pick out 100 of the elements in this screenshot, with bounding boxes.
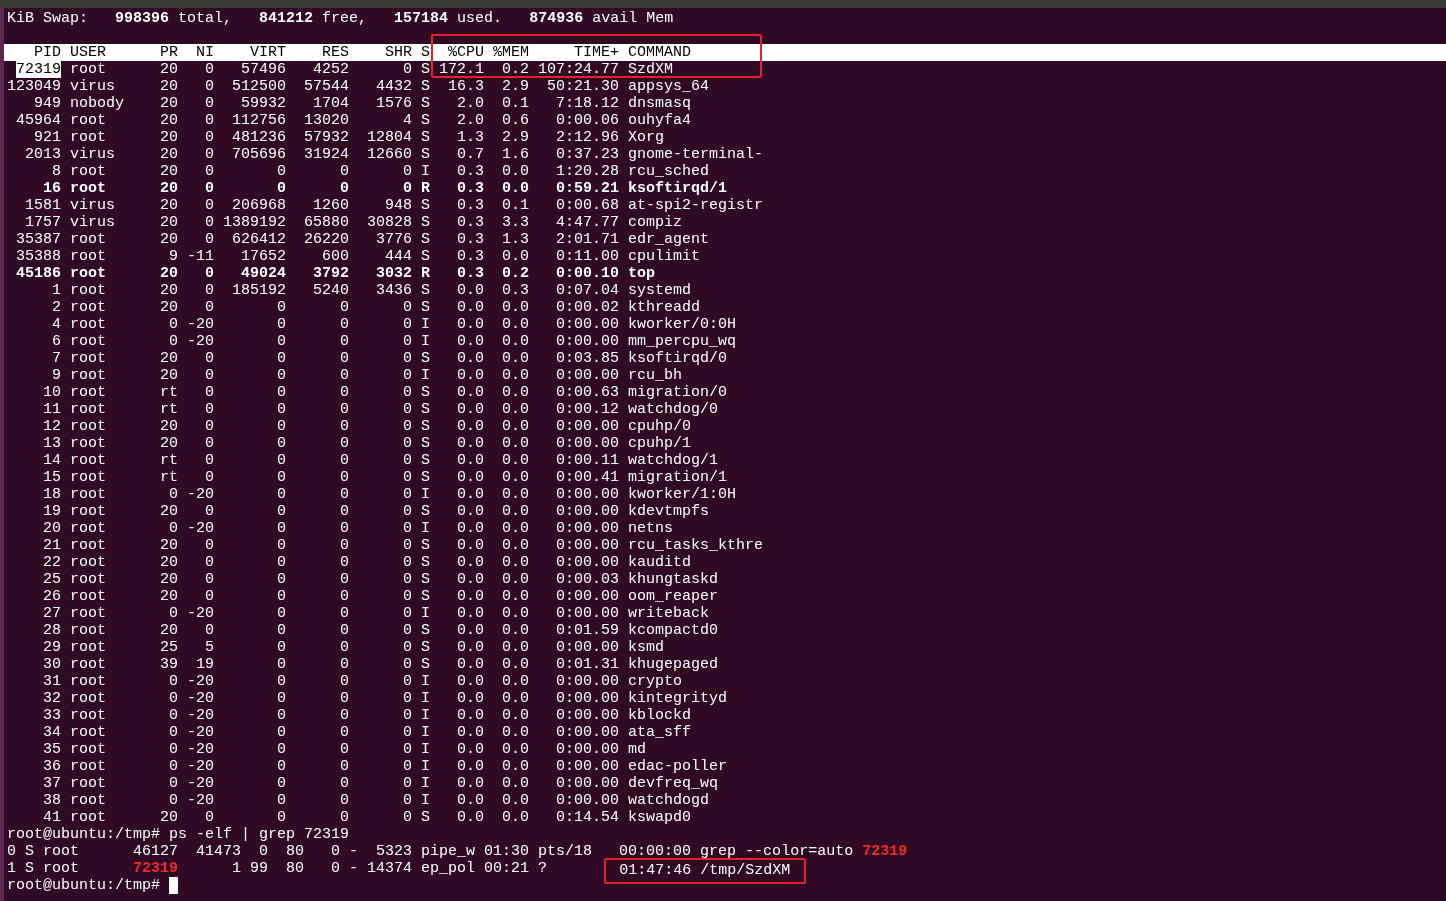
- table-cell: 0: [277, 809, 286, 826]
- table-cell: virus: [70, 78, 115, 95]
- table-cell: I: [421, 367, 430, 384]
- table-cell: 0: [340, 673, 349, 690]
- table-cell: dnsmasq: [628, 95, 691, 112]
- table-cell: 0:00.00: [556, 520, 619, 537]
- table-cell: 0.0: [502, 792, 529, 809]
- table-cell: 0.0: [502, 690, 529, 707]
- table-cell: 20: [160, 231, 178, 248]
- table-cell: 0:00.03: [556, 571, 619, 588]
- table-cell: 0.0: [457, 520, 484, 537]
- table-cell: 0.0: [457, 588, 484, 605]
- table-cell: -20: [187, 520, 214, 537]
- table-cell: 0: [277, 724, 286, 741]
- table-cell: 0.0: [502, 707, 529, 724]
- table-cell: cpulimit: [628, 248, 700, 265]
- table-cell: 13020: [304, 112, 349, 129]
- table-cell: 0: [205, 367, 214, 384]
- table-cell: 35387: [16, 231, 61, 248]
- table-cell: 4432: [376, 78, 412, 95]
- column-header: NI: [196, 44, 214, 61]
- table-cell: -20: [187, 316, 214, 333]
- table-cell: 0.0: [502, 537, 529, 554]
- table-cell: 0.0: [457, 316, 484, 333]
- table-cell: 35388: [16, 248, 61, 265]
- table-cell: S: [421, 214, 430, 231]
- table-cell: root: [70, 503, 106, 520]
- table-cell: 0.2: [502, 61, 529, 78]
- table-cell: S: [421, 384, 430, 401]
- table-cell: 0.0: [502, 639, 529, 656]
- table-cell: 20: [160, 622, 178, 639]
- table-cell: I: [421, 741, 430, 758]
- table-cell: 0.0: [502, 486, 529, 503]
- table-cell: 0: [277, 469, 286, 486]
- table-cell: 0: [340, 350, 349, 367]
- terminal-text: 1 S root: [7, 860, 80, 877]
- table-cell: 0.3: [457, 231, 484, 248]
- table-cell: -20: [187, 673, 214, 690]
- table-cell: S: [421, 537, 430, 554]
- table-cell: 20: [160, 350, 178, 367]
- table-cell: 20: [160, 503, 178, 520]
- table-cell: 0.0: [457, 486, 484, 503]
- table-cell: 0.0: [457, 656, 484, 673]
- table-cell: 65880: [304, 214, 349, 231]
- table-cell: 0.7: [457, 146, 484, 163]
- table-cell: root: [70, 809, 106, 826]
- table-cell: 0.0: [502, 469, 529, 486]
- table-cell: S: [421, 248, 430, 265]
- table-cell: 0.0: [457, 435, 484, 452]
- table-cell: 2.9: [502, 78, 529, 95]
- table-cell: 0.0: [502, 588, 529, 605]
- table-cell: 0: [403, 316, 412, 333]
- table-cell: 0: [205, 588, 214, 605]
- table-cell: I: [421, 690, 430, 707]
- table-cell: 0:03.85: [556, 350, 619, 367]
- terminal-text: root@ubuntu:/tmp# ps -elf | grep 72319: [7, 826, 350, 843]
- table-cell: 0:00.00: [556, 639, 619, 656]
- table-cell: 481236: [232, 129, 286, 146]
- table-cell: 2:12.96: [556, 129, 619, 146]
- table-cell: S: [421, 61, 430, 78]
- table-cell: 30828: [367, 214, 412, 231]
- table-cell: 0: [403, 503, 412, 520]
- table-cell: root: [70, 180, 106, 197]
- table-cell: 0: [169, 673, 178, 690]
- table-cell: 0:00.11: [556, 452, 619, 469]
- table-cell: mm_percpu_wq: [628, 333, 737, 350]
- table-cell: 0:00.00: [556, 503, 619, 520]
- table-cell: 0.0: [457, 503, 484, 520]
- table-cell: 0.3: [457, 180, 484, 197]
- table-cell: 20: [160, 61, 178, 78]
- table-cell: I: [421, 486, 430, 503]
- table-cell: 0: [340, 809, 349, 826]
- table-cell: 0:37.23: [556, 146, 619, 163]
- table-cell: 20: [160, 435, 178, 452]
- table-cell: I: [421, 792, 430, 809]
- table-cell: 34: [43, 724, 61, 741]
- table-cell: rcu_sched: [628, 163, 709, 180]
- table-cell: oom_reaper: [628, 588, 718, 605]
- table-cell: 0: [277, 435, 286, 452]
- table-cell: 0: [403, 418, 412, 435]
- table-cell: 2:01.71: [556, 231, 619, 248]
- table-cell: root: [70, 61, 106, 78]
- table-cell: 0.0: [502, 571, 529, 588]
- table-cell: root: [70, 248, 106, 265]
- table-cell: 0: [403, 809, 412, 826]
- table-cell: 0: [403, 401, 412, 418]
- table-cell: root: [70, 401, 106, 418]
- table-cell: 45964: [16, 112, 61, 129]
- table-cell: -20: [187, 792, 214, 809]
- table-cell: 0:14.54: [556, 809, 619, 826]
- table-cell: 6: [52, 333, 61, 350]
- table-cell: 0: [340, 775, 349, 792]
- table-cell: 12804: [367, 129, 412, 146]
- table-cell: 28: [43, 622, 61, 639]
- table-cell: 0: [340, 452, 349, 469]
- table-cell: 0: [403, 639, 412, 656]
- table-cell: 0.3: [457, 214, 484, 231]
- table-cell: S: [421, 469, 430, 486]
- table-cell: 0: [277, 707, 286, 724]
- table-cell: 20: [160, 537, 178, 554]
